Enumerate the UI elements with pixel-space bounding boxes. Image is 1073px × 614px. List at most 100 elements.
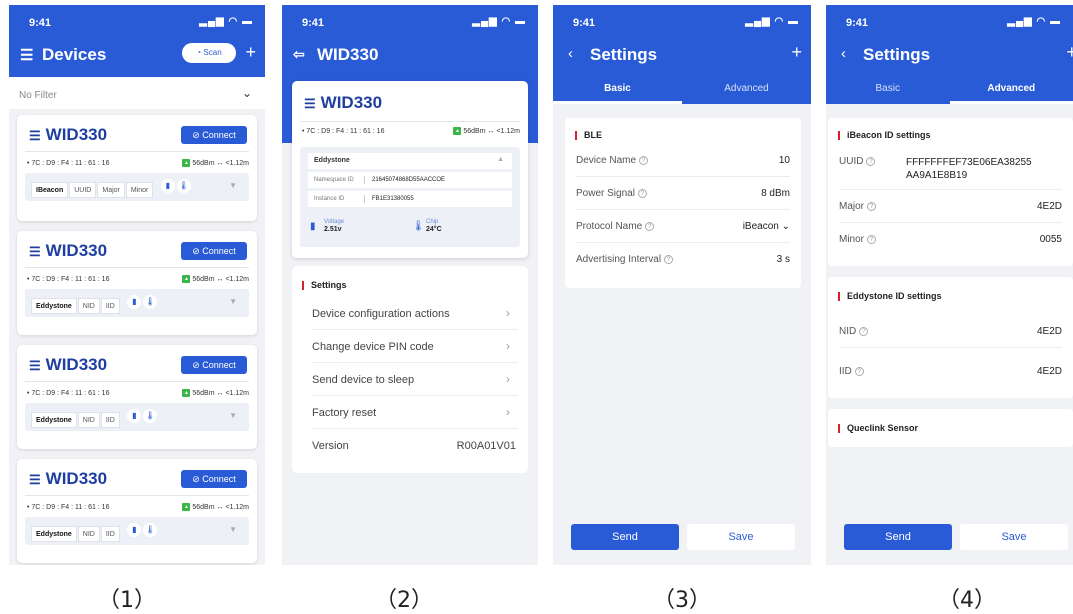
add-icon[interactable]: +	[791, 42, 802, 63]
device-icon: ☰	[29, 244, 41, 259]
connect-button[interactable]: ⊘ Connect	[181, 470, 247, 488]
chevron-down-icon[interactable]: ▼	[229, 411, 237, 420]
connect-button[interactable]: ⊘ Connect	[181, 356, 247, 374]
tab-basic[interactable]: Basic	[553, 83, 682, 94]
eddystone-dropdown[interactable]: Eddystone▲	[308, 153, 512, 169]
chip-iid[interactable]: IID	[101, 412, 120, 428]
connect-button[interactable]: ⊘ Connect	[181, 242, 247, 260]
help-icon[interactable]: ?	[664, 255, 673, 264]
device-name: WID330	[46, 355, 107, 374]
chip-iid[interactable]: IID	[101, 298, 120, 314]
chip-nid[interactable]: NID	[78, 298, 100, 314]
connect-label: Connect	[202, 130, 236, 140]
help-icon[interactable]: ?	[859, 327, 868, 336]
help-icon[interactable]: ?	[855, 367, 864, 376]
row-iid[interactable]: IID?4E2D	[839, 355, 1062, 388]
settings-basic-screen: 9:41 ▂▄▆ ◠ ▬ ‹ Settings + Basic Advanced…	[553, 5, 811, 565]
ble-title: BLE	[584, 130, 602, 140]
beacon-chip-row: EddystoneNIDIID ▮🌡︎ ▼	[25, 517, 249, 545]
row-value: 4E2D	[1037, 201, 1062, 212]
chip-ibeacon[interactable]: IBeacon	[31, 182, 68, 198]
chip-major[interactable]: Major	[97, 182, 125, 198]
chip-eddystone[interactable]: Eddystone	[31, 298, 77, 314]
thermometer-icon: 🌡︎	[143, 295, 157, 309]
version-value: R00A01V01	[457, 440, 516, 452]
row-device-name[interactable]: Device Name?10	[576, 144, 790, 177]
chevron-right-icon: ›	[506, 405, 510, 419]
help-icon[interactable]: ?	[645, 222, 654, 231]
tab-advanced[interactable]: Advanced	[682, 83, 811, 94]
section-title: Settings	[302, 280, 347, 290]
add-icon[interactable]: +	[1066, 42, 1073, 63]
chevron-right-icon: ›	[506, 372, 510, 386]
help-icon[interactable]: ?	[639, 156, 648, 165]
row-major[interactable]: Major?4E2D	[839, 190, 1062, 223]
caption-3: （3）	[652, 582, 712, 614]
row-power-signal[interactable]: Power Signal?8 dBm	[576, 177, 790, 210]
chevron-down-icon: ⌄	[782, 221, 790, 232]
back-icon[interactable]: ‹	[568, 45, 573, 62]
device-card[interactable]: ☰WID330 ⊘ Connect • 7C : D9 : F4 : 11 : …	[17, 459, 257, 563]
device-detail-screen: 9:41 ▂▄▆ ◠ ▬ ⇦ WID330 ☰WID330 • 7C : D9 …	[282, 5, 538, 565]
row-minor[interactable]: Minor?0055	[839, 223, 1062, 256]
chevron-down-icon[interactable]: ▼	[229, 525, 237, 534]
send-button[interactable]: Send	[844, 524, 952, 550]
scan-button[interactable]: ◔ Scan	[182, 43, 236, 63]
help-icon[interactable]: ?	[638, 189, 647, 198]
signal-icon: ▲	[182, 389, 190, 397]
help-icon[interactable]: ?	[867, 202, 876, 211]
device-card[interactable]: ☰WID330 ⊘ Connect • 7C : D9 : F4 : 11 : …	[17, 115, 257, 221]
row-change-pin[interactable]: Change device PIN code›	[312, 331, 518, 363]
rssi-info: ▲ 56dBm ↔ <1.12m	[182, 389, 249, 397]
row-device-config[interactable]: Device configuration actions›	[312, 298, 518, 330]
chip-nid[interactable]: NID	[78, 412, 100, 428]
add-icon[interactable]: +	[245, 42, 256, 63]
row-nid[interactable]: NID?4E2D	[839, 315, 1062, 348]
row-factory-reset[interactable]: Factory reset›	[312, 397, 518, 429]
row-label: Advertising Interval	[576, 254, 661, 265]
menu-icon[interactable]: ☰	[20, 46, 33, 64]
mac-address: • 7C : D9 : F4 : 11 : 61 : 16	[302, 128, 384, 135]
rssi-info: ▲ 56dBm ↔ <1.12m	[453, 127, 520, 135]
chip-nid[interactable]: NID	[78, 526, 100, 542]
signal-icon: ▲	[182, 159, 190, 167]
chevron-down-icon[interactable]: ▼	[229, 297, 237, 306]
ibeacon-panel: iBeacon ID settings UUID?FFFFFFFEF73E06E…	[828, 118, 1073, 266]
chip-eddystone[interactable]: Eddystone	[31, 526, 77, 542]
signal-wifi-battery-icon: ▂▄▆ ◠ ▬	[472, 16, 526, 27]
status-time: 9:41	[302, 17, 324, 29]
chip-eddystone[interactable]: Eddystone	[31, 412, 77, 428]
back-icon[interactable]: ⇦	[293, 46, 305, 63]
chevron-down-icon[interactable]: ▼	[229, 181, 237, 190]
sensor-panel[interactable]: Queclink Sensor	[828, 409, 1073, 447]
device-card[interactable]: ☰WID330 ⊘ Connect • 7C : D9 : F4 : 11 : …	[17, 231, 257, 335]
connect-button[interactable]: ⊘ Connect	[181, 126, 247, 144]
help-icon[interactable]: ?	[866, 157, 875, 166]
send-button[interactable]: Send	[571, 524, 679, 550]
chip-iid[interactable]: IID	[101, 526, 120, 542]
row-adv-interval[interactable]: Advertising Interval?3 s	[576, 243, 790, 276]
page-title: Settings	[863, 45, 930, 65]
tab-advanced[interactable]: Advanced	[950, 83, 1073, 94]
help-icon[interactable]: ?	[867, 235, 876, 244]
instance-value: FB1E31380055	[372, 196, 414, 202]
device-card[interactable]: ☰WID330 ⊘ Connect • 7C : D9 : F4 : 11 : …	[17, 345, 257, 449]
save-button[interactable]: Save	[687, 524, 795, 550]
save-button[interactable]: Save	[960, 524, 1068, 550]
mac-address: • 7C : D9 : F4 : 11 : 61 : 16	[27, 504, 109, 511]
signal-icon: ▲	[182, 275, 190, 283]
action-bar: Send Save	[553, 508, 811, 565]
row-sleep[interactable]: Send device to sleep›	[312, 364, 518, 396]
link-icon: ⊘	[192, 246, 202, 256]
tab-basic[interactable]: Basic	[826, 83, 950, 94]
chip-minor[interactable]: Minor	[126, 182, 154, 198]
mac-address: • 7C : D9 : F4 : 11 : 61 : 16	[27, 160, 109, 167]
device-name: WID330	[46, 125, 107, 144]
chip-uuid[interactable]: UUID	[69, 182, 96, 198]
settings-header: 9:41 ▂▄▆ ◠ ▬ ‹ Settings + Basic Advanced	[553, 5, 811, 104]
filter-dropdown[interactable]: No Filter ⌄	[9, 77, 265, 109]
back-icon[interactable]: ‹	[841, 45, 846, 62]
row-label: Protocol Name	[576, 221, 642, 232]
row-uuid[interactable]: UUID?FFFFFFFEF73E06EA38255AA9A1E8B19	[839, 145, 1062, 190]
row-protocol-name[interactable]: Protocol Name?iBeacon ⌄	[576, 210, 790, 243]
